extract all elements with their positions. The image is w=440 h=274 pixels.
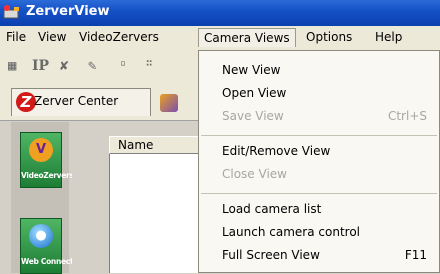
list-view[interactable]: [109, 154, 200, 273]
web-connect-button[interactable]: ● Web Connect: [20, 218, 74, 274]
videozervers-button[interactable]: V VideoZervers: [20, 132, 74, 188]
zerver-logo-icon: Z: [16, 92, 36, 112]
menu-item-open-view[interactable]: Open View: [222, 86, 286, 100]
videozervers-icon: V: [29, 138, 53, 162]
menu-item-load-camera-list[interactable]: Load camera list: [222, 202, 321, 216]
tools-icon[interactable]: ✘: [60, 58, 68, 74]
tab-strip: Z Zerver Center: [0, 84, 200, 121]
shortcut-save-view: Ctrl+S: [387, 109, 427, 123]
pencil-icon[interactable]: ✎: [88, 58, 96, 74]
column-header-name[interactable]: Name: [109, 136, 200, 154]
menu-item-edit-remove-view[interactable]: Edit/Remove View: [222, 144, 330, 158]
menu-item-full-screen-view[interactable]: Full Screen View: [222, 248, 320, 262]
tab-camera[interactable]: [152, 90, 200, 116]
menu-view[interactable]: View: [38, 30, 66, 44]
menu-item-launch-camera-control[interactable]: Launch camera control: [222, 225, 360, 239]
menu-camera-views[interactable]: Camera Views: [198, 28, 296, 47]
title-bar: ZerverView: [0, 0, 440, 26]
web-connect-label: Web Connect: [21, 257, 74, 266]
menu-separator: [201, 135, 437, 136]
menu-bar: File View VideoZervers Camera Views Opti…: [0, 26, 440, 51]
zerverview-logo-icon: [3, 5, 19, 19]
menu-options[interactable]: Options: [306, 30, 352, 44]
grid-icon-2[interactable]: ∷: [146, 58, 152, 69]
menu-separator: [201, 193, 437, 194]
window-title: ZerverView: [26, 4, 110, 19]
content-area: Name: [72, 122, 200, 273]
menu-item-save-view: Save View: [222, 109, 284, 123]
camera-views-menu: New View Open View Save View Ctrl+S Edit…: [198, 50, 440, 273]
toolbar: ▦ IP ✘ ✎ ▫ ∷: [0, 50, 200, 84]
menu-help[interactable]: Help: [375, 30, 402, 44]
grid-icon-1[interactable]: ▫: [120, 58, 126, 69]
menu-videozervers[interactable]: VideoZervers: [79, 30, 159, 44]
tab-label: Zerver Center: [34, 94, 119, 108]
menu-file[interactable]: File: [6, 30, 26, 44]
ip-icon[interactable]: IP: [32, 58, 49, 74]
properties-icon[interactable]: ▦: [8, 58, 16, 74]
camera-tab-icon: [160, 94, 178, 112]
menu-item-new-view[interactable]: New View: [222, 63, 280, 77]
videozervers-label: VideoZervers: [21, 171, 74, 180]
tab-zerver-center[interactable]: Z Zerver Center: [11, 88, 151, 116]
shortcut-full-screen-view: F11: [404, 248, 427, 262]
menu-item-close-view: Close View: [222, 167, 287, 181]
column-header-label: Name: [118, 138, 154, 152]
globe-icon: ●: [29, 224, 53, 248]
sidebar: V VideoZervers ● Web Connect: [11, 122, 74, 274]
